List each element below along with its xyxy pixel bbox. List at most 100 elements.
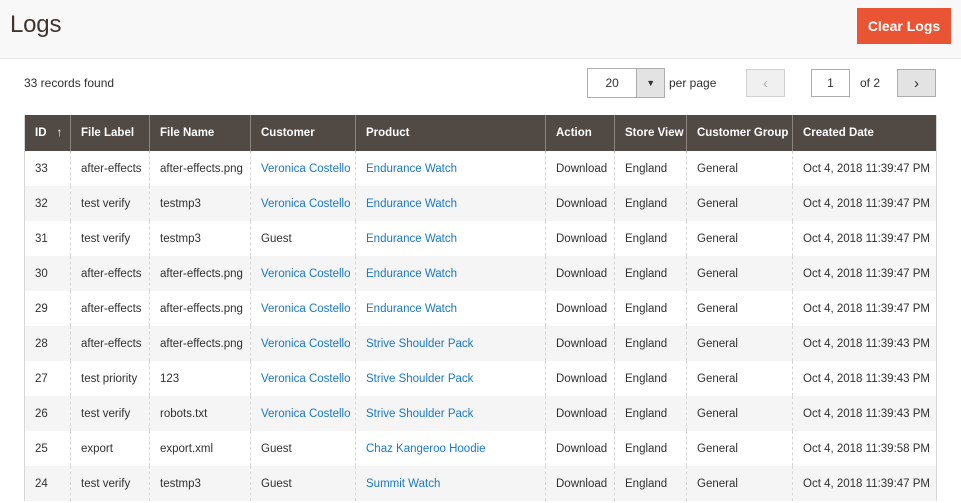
cell-file-label: test priority xyxy=(70,361,150,396)
cell-customer-group: General xyxy=(686,361,793,396)
page-header: Logs Clear Logs xyxy=(0,0,961,59)
cell-store-view: England xyxy=(614,326,687,361)
previous-page-button[interactable]: ‹ xyxy=(746,69,785,97)
per-page-dropdown-toggle[interactable]: ▼ xyxy=(636,69,664,97)
cell-id: 28 xyxy=(24,326,71,361)
cell-file-name: after-effects.png xyxy=(149,151,251,186)
cell-file-name: robots.txt xyxy=(149,396,251,431)
column-header-action[interactable]: Action xyxy=(545,115,615,151)
table-row[interactable]: 33 after-effects after-effects.png Veronica… xyxy=(24,151,937,186)
cell-file-name: testmp3 xyxy=(149,186,251,221)
column-header-file-name[interactable]: File Name xyxy=(149,115,251,151)
cell-file-name: testmp3 xyxy=(149,221,251,256)
cell-action: Download xyxy=(545,291,615,326)
product-link[interactable]: Summit Watch xyxy=(366,478,440,490)
per-page-select[interactable]: 20 ▼ xyxy=(587,68,665,98)
product-link[interactable]: Endurance Watch xyxy=(366,163,457,175)
cell-file-name: after-effects.png xyxy=(149,326,251,361)
column-header-store-view[interactable]: Store View xyxy=(614,115,687,151)
cell-action: Download xyxy=(545,396,615,431)
product-link[interactable]: Strive Shoulder Pack xyxy=(366,338,473,350)
product-link[interactable]: Strive Shoulder Pack xyxy=(366,373,473,385)
cell-created: Oct 4, 2018 11:39:47 PM xyxy=(792,466,937,501)
table-row[interactable]: 24 test verify testmp3 Guest Summit Watch Dow… xyxy=(24,466,937,501)
cell-customer-group: General xyxy=(686,221,793,256)
cell-id: 29 xyxy=(24,291,71,326)
cell-action: Download xyxy=(545,466,615,501)
column-header-customer[interactable]: Customer xyxy=(250,115,356,151)
per-page-value[interactable]: 20 xyxy=(588,69,636,97)
cell-action: Download xyxy=(545,256,615,291)
per-page-label: per page xyxy=(669,76,717,90)
cell-created: Oct 4, 2018 11:39:43 PM xyxy=(792,361,937,396)
table-row[interactable]: 28 after-effects after-effects.png Veronica… xyxy=(24,326,937,361)
column-header-customer-group[interactable]: Customer Group xyxy=(686,115,793,151)
product-link[interactable]: Endurance Watch xyxy=(366,233,457,245)
caret-down-icon: ▼ xyxy=(646,78,656,88)
cell-id: 31 xyxy=(24,221,71,256)
cell-customer: Veronica Costello xyxy=(250,291,356,326)
cell-action: Download xyxy=(545,221,615,256)
column-header-created-date[interactable]: Created Date xyxy=(792,115,937,151)
chevron-right-icon: › xyxy=(914,74,919,92)
table-row[interactable]: 32 test verify testmp3 Veronica Costello End… xyxy=(24,186,937,221)
cell-file-label: test verify xyxy=(70,466,150,501)
cell-file-name: export.xml xyxy=(149,431,251,466)
table-row[interactable]: 29 after-effects after-effects.png Veronica… xyxy=(24,291,937,326)
records-count: 33 records found xyxy=(24,76,115,90)
product-link[interactable]: Strive Shoulder Pack xyxy=(366,408,473,420)
cell-created: Oct 4, 2018 11:39:47 PM xyxy=(792,291,937,326)
cell-action: Download xyxy=(545,361,615,396)
table-row[interactable]: 31 test verify testmp3 Guest Endurance Watch… xyxy=(24,221,937,256)
column-header-file-label[interactable]: File Label xyxy=(70,115,150,151)
customer-link[interactable]: Veronica Costello xyxy=(261,408,351,420)
table-row[interactable]: 30 after-effects after-effects.png Veronica… xyxy=(24,256,937,291)
cell-created: Oct 4, 2018 11:39:47 PM xyxy=(792,256,937,291)
table-row[interactable]: 27 test priority 123 Veronica Costello Striv… xyxy=(24,361,937,396)
clear-logs-button[interactable]: Clear Logs xyxy=(857,8,951,44)
cell-customer: Veronica Costello xyxy=(250,256,356,291)
cell-customer-group: General xyxy=(686,466,793,501)
column-header-product[interactable]: Product xyxy=(355,115,546,151)
cell-customer: Guest xyxy=(250,466,356,501)
cell-file-label: after-effects xyxy=(70,291,150,326)
cell-file-label: test verify xyxy=(70,186,150,221)
table-row[interactable]: 25 export export.xml Guest Chaz Kangeroo Hoo… xyxy=(24,431,937,466)
customer-link[interactable]: Veronica Costello xyxy=(261,198,351,210)
current-page-input[interactable] xyxy=(811,69,850,97)
cell-customer: Veronica Costello xyxy=(250,361,356,396)
cell-customer: Guest xyxy=(250,431,356,466)
cell-customer-group: General xyxy=(686,326,793,361)
cell-customer: Veronica Costello xyxy=(250,326,356,361)
customer-link[interactable]: Veronica Costello xyxy=(261,163,351,175)
table-row[interactable]: 26 test verify robots.txt Veronica Costello… xyxy=(24,396,937,431)
cell-file-label: test verify xyxy=(70,396,150,431)
product-link[interactable]: Chaz Kangeroo Hoodie xyxy=(366,443,486,455)
customer-link[interactable]: Veronica Costello xyxy=(261,303,351,315)
cell-action: Download xyxy=(545,186,615,221)
cell-created: Oct 4, 2018 11:39:47 PM xyxy=(792,151,937,186)
column-header-id[interactable]: ID ↑ xyxy=(24,115,71,151)
cell-customer-group: General xyxy=(686,291,793,326)
page-title: Logs xyxy=(10,11,62,38)
cell-id: 32 xyxy=(24,186,71,221)
cell-customer: Veronica Costello xyxy=(250,151,356,186)
cell-product: Strive Shoulder Pack xyxy=(355,361,546,396)
customer-link[interactable]: Veronica Costello xyxy=(261,373,351,385)
cell-store-view: England xyxy=(614,151,687,186)
product-link[interactable]: Endurance Watch xyxy=(366,268,457,280)
cell-product: Endurance Watch xyxy=(355,256,546,291)
cell-file-name: testmp3 xyxy=(149,466,251,501)
customer-link[interactable]: Veronica Costello xyxy=(261,338,351,350)
cell-created: Oct 4, 2018 11:39:58 PM xyxy=(792,431,937,466)
next-page-button[interactable]: › xyxy=(897,69,936,97)
cell-id: 25 xyxy=(24,431,71,466)
cell-created: Oct 4, 2018 11:39:47 PM xyxy=(792,186,937,221)
table-header-row: ID ↑ File Label File Name Customer Produc… xyxy=(24,115,937,151)
cell-file-label: test verify xyxy=(70,221,150,256)
product-link[interactable]: Endurance Watch xyxy=(366,198,457,210)
customer-link[interactable]: Veronica Costello xyxy=(261,268,351,280)
cell-created: Oct 4, 2018 11:39:43 PM xyxy=(792,396,937,431)
cell-product: Summit Watch xyxy=(355,466,546,501)
product-link[interactable]: Endurance Watch xyxy=(366,303,457,315)
